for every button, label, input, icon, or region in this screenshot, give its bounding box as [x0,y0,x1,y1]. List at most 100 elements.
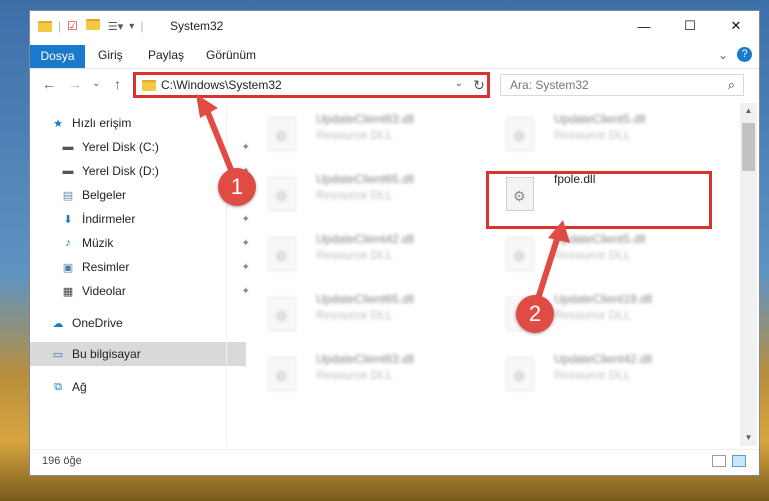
status-bar: 196 öğe [30,449,759,476]
file-highlight-box [486,171,712,229]
file-item[interactable]: UpdateClient63.dll Resource DLL [248,109,478,161]
file-name: UpdateClient5.dll [554,232,646,246]
sidebar-item-label: Ağ [72,380,87,394]
sidebar-item-label: Resimler [82,260,130,274]
sidebar-item[interactable]: ⧉ Ağ [30,375,246,399]
drive-icon: ▬ [62,165,74,177]
separator: | [140,19,144,33]
file-name: UpdateClient65.dll [316,172,415,186]
separator: | [58,19,62,33]
search-icon[interactable]: ⌕ [728,77,735,93]
documents-icon: ▤ [62,189,74,202]
navigation-bar: ← → ⌄ ↑ C:\Windows\System32 ⌄ ↻ Ara: Sys… [30,68,759,102]
item-count: 196 öğe [42,455,82,467]
pane-divider[interactable] [226,103,227,446]
scroll-thumb[interactable] [742,123,755,171]
title-bar: | ☑ ☰▾ ▾ | System32 — ☐ ✕ [30,11,759,41]
quick-access-toolbar: | ☑ ☰▾ ▾ | [38,18,143,34]
file-description: Resource DLL [554,368,631,382]
search-input[interactable]: Ara: System32 [510,78,589,92]
drive-icon: ▬ [62,141,74,153]
file-name: UpdateClient63.dll [316,112,415,126]
minimize-button[interactable]: — [621,11,667,41]
sidebar-item[interactable]: ▭ Bu bilgisayar [30,342,246,366]
sidebar-item-label: Videolar [82,284,126,298]
file-item[interactable]: UpdateClient5.dll Resource DLL [486,229,716,281]
details-view-icon[interactable] [712,455,726,467]
dll-file-icon [268,297,296,331]
cloud-icon: ☁ [52,317,64,330]
dll-file-icon [506,357,534,391]
sidebar-item[interactable]: ♪ Müzik ✦ [30,231,256,255]
dll-file-icon [268,357,296,391]
file-description: Resource DLL [316,128,393,142]
music-icon: ♪ [65,237,71,249]
sidebar-item[interactable]: ☁ OneDrive [30,311,246,335]
forward-button[interactable]: → [68,76,82,92]
sidebar-item-label: OneDrive [72,316,123,330]
video-icon: ▦ [62,285,74,298]
star-icon: ★ [53,117,63,130]
close-button[interactable]: ✕ [713,11,759,41]
tab-file[interactable]: Dosya [30,45,85,68]
file-item[interactable]: UpdateClient5.dll Resource DLL [486,109,716,161]
file-item[interactable]: UpdateClient63.dll Resource DLL [248,349,478,401]
folder-icon[interactable] [38,20,52,32]
address-highlight-box [133,72,490,98]
sidebar-item-label: İndirmeler [82,212,136,226]
window-title: System32 [170,19,224,33]
sidebar-item[interactable]: ▬ Yerel Disk (C:) ✦ [30,135,256,159]
large-icons-view-icon[interactable] [732,455,746,467]
file-item[interactable]: UpdateClient65.dll Resource DLL [248,169,478,221]
file-name: UpdateClient42.dll [554,352,653,366]
scroll-up-icon[interactable]: ▲ [740,103,757,119]
ribbon-tabs: Dosya Giriş Paylaş Görünüm ⌄ ? [30,41,759,69]
navigation-pane: ★ Hızlı erişim ▬ Yerel Disk (C:) ✦ ▬ Yerel Dis… [30,103,250,446]
step-2-badge: 2 [516,295,554,333]
file-item[interactable]: UpdateClient65.dll Resource DLL [248,289,478,341]
dll-file-icon [268,237,296,271]
file-description: Resource DLL [316,368,393,382]
scroll-down-icon[interactable]: ▼ [740,430,757,446]
recent-locations-button[interactable]: ⌄ [92,78,100,89]
ribbon-expand-icon[interactable]: ⌄ [718,45,728,65]
sidebar-item-label: Hızlı erişim [72,116,132,130]
file-item[interactable]: UpdateClient42.dll Resource DLL [248,229,478,281]
vertical-scrollbar[interactable]: ▲ ▼ [740,103,757,446]
file-description: Resource DLL [316,308,393,322]
file-name: UpdateClient63.dll [316,352,415,366]
sidebar-item-label: Yerel Disk (C:) [82,140,159,154]
maximize-button[interactable]: ☐ [667,11,713,41]
sidebar-item[interactable]: ⬇ İndirmeler ✦ [30,207,256,231]
new-folder-icon[interactable] [85,19,100,33]
file-item[interactable]: UpdateClient42.dll Resource DLL [486,349,716,401]
sidebar-item[interactable]: ▦ Videolar ✦ [30,279,256,303]
download-icon: ⬇ [63,213,73,226]
network-icon: ⧉ [54,380,62,393]
sidebar-item[interactable]: ★ Hızlı erişim [30,111,246,135]
sidebar-item-label: Belgeler [82,188,127,202]
computer-icon: ▭ [52,348,64,361]
customize-toolbar-icon[interactable]: ☰▾ [108,20,123,33]
sidebar-item-label: Bu bilgisayar [72,347,141,361]
pictures-icon: ▣ [62,261,74,274]
back-button[interactable]: ← [42,76,56,92]
file-description: Resource DLL [554,128,631,142]
file-name: UpdateClient19.dll [554,292,653,306]
up-button[interactable]: ↑ [114,76,121,92]
file-description: Resource DLL [316,188,393,202]
sidebar-item[interactable]: ▣ Resimler ✦ [30,255,256,279]
help-icon[interactable]: ? [737,47,752,62]
sidebar-item-label: Yerel Disk (D:) [82,164,159,178]
tab-share[interactable]: Paylaş [148,45,184,65]
file-description: Resource DLL [554,248,631,262]
toolbar-dropdown-icon[interactable]: ▾ [129,21,134,32]
file-description: Resource DLL [316,248,393,262]
search-box[interactable]: Ara: System32 ⌕ [500,74,744,96]
explorer-window: | ☑ ☰▾ ▾ | System32 — ☐ ✕ Dosya Giriş Pa… [30,11,759,475]
tab-view[interactable]: Görünüm [206,45,256,65]
step-1-badge: 1 [218,168,256,206]
properties-icon[interactable]: ☑ [67,19,78,33]
dll-file-icon [506,117,534,151]
tab-home[interactable]: Giriş [98,45,123,65]
